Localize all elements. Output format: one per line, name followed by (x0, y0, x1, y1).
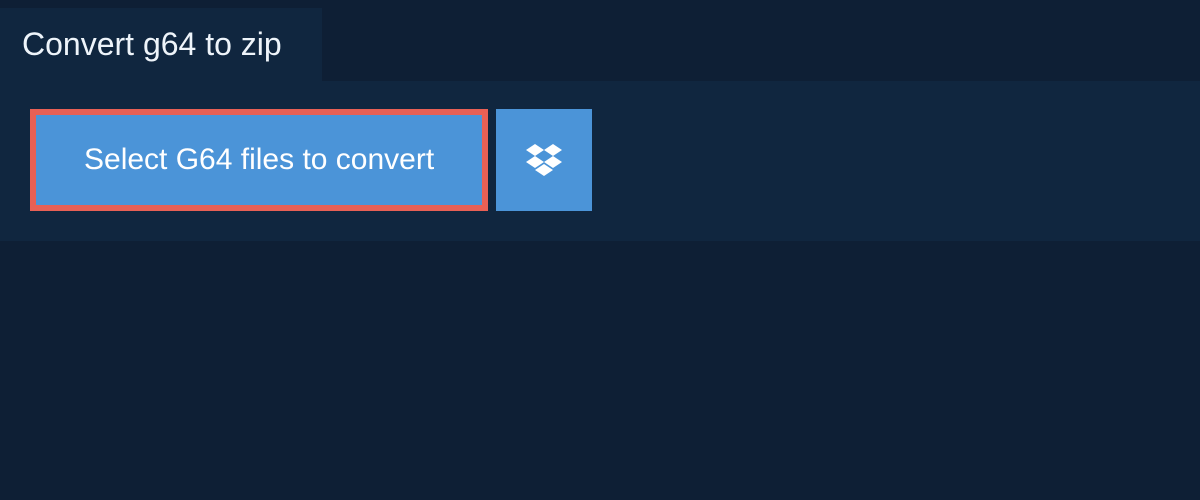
content-panel: Select G64 files to convert (0, 81, 1200, 241)
select-files-label: Select G64 files to convert (84, 143, 434, 177)
button-row: Select G64 files to convert (30, 109, 592, 211)
page-title: Convert g64 to zip (22, 26, 282, 63)
dropbox-button[interactable] (496, 109, 592, 211)
dropbox-icon (526, 144, 562, 176)
tab-header: Convert g64 to zip (0, 8, 322, 81)
select-files-button[interactable]: Select G64 files to convert (30, 109, 488, 211)
